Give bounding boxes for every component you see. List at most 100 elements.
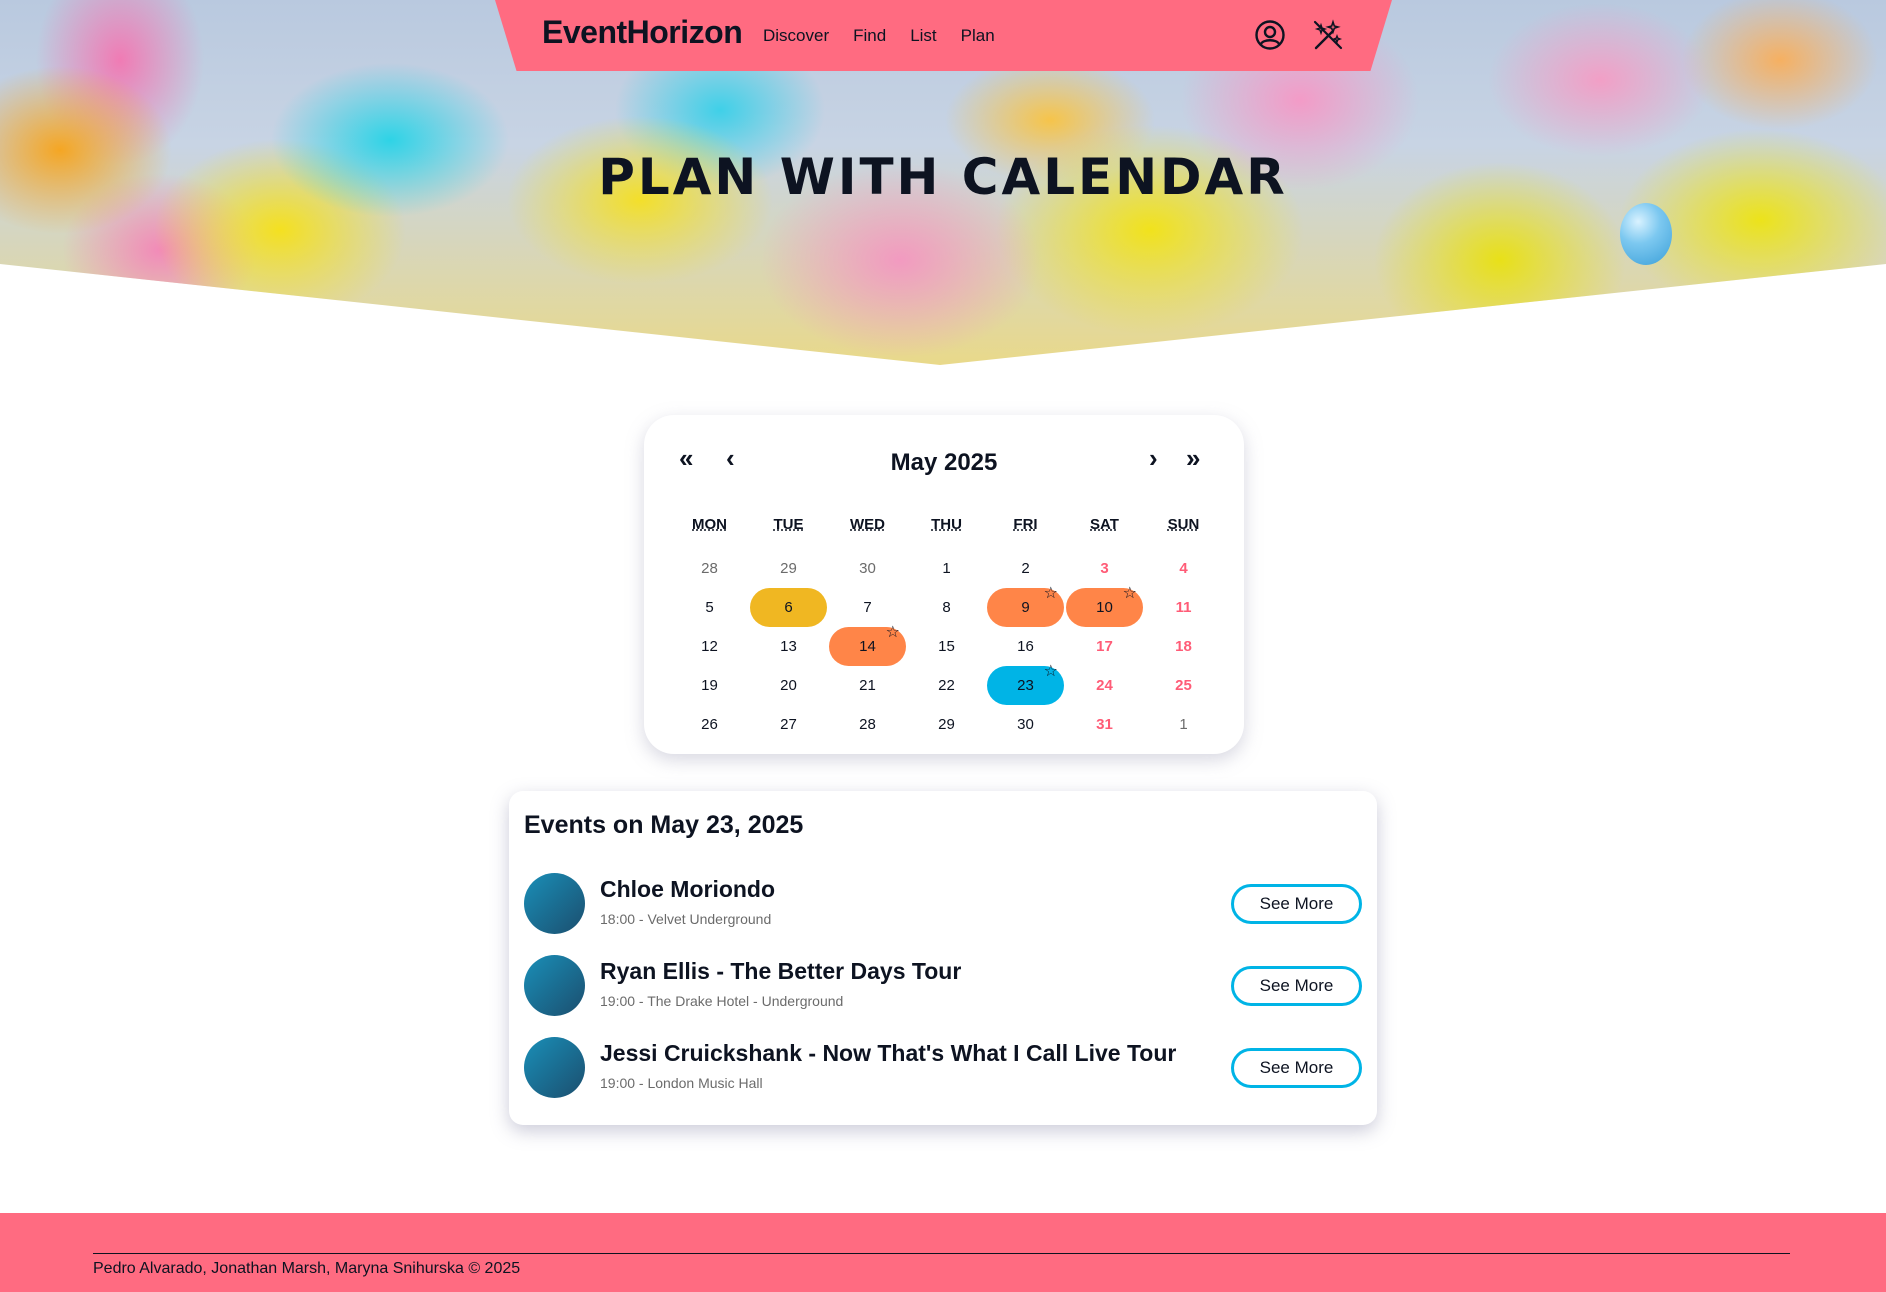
events-panel: Events on May 23, 2025 Chloe Moriondo 18… (509, 791, 1377, 1125)
star-icon: ☆ (885, 624, 900, 641)
weekday-thu: THU (931, 516, 962, 533)
calendar-day[interactable]: 3 (1065, 549, 1144, 588)
calendar-day-number: 21 (859, 677, 876, 694)
nav-link-plan[interactable]: Plan (961, 26, 995, 46)
event-name: Jessi Cruickshank - Now That's What I Ca… (600, 1040, 1177, 1066)
weekday-mon: MON (692, 516, 727, 533)
nav-link-find[interactable]: Find (853, 26, 886, 46)
calendar-day[interactable]: 5 (670, 588, 749, 627)
calendar-day-number: 26 (701, 716, 718, 733)
calendar-day[interactable]: 28 (828, 705, 907, 744)
calendar-day-number: 12 (701, 638, 718, 655)
weekday-sun: SUN (1167, 516, 1200, 533)
calendar-day-number: 25 (1175, 677, 1192, 694)
calendar-day[interactable]: 25 (1144, 666, 1223, 705)
calendar-day[interactable]: 30 (986, 705, 1065, 744)
calendar-day[interactable]: 7 (828, 588, 907, 627)
calendar-day[interactable]: 12 (670, 627, 749, 666)
nav-link-discover[interactable]: Discover (763, 26, 829, 46)
calendar-day-number: 14 (859, 638, 876, 655)
calendar-day-number: 3 (1100, 560, 1109, 577)
calendar-day[interactable]: 19 (670, 666, 749, 705)
next-year-button[interactable]: » (1186, 445, 1200, 471)
calendar-day-number: 22 (938, 677, 955, 694)
calendar-day-number: 18 (1175, 638, 1192, 655)
event-item: Chloe Moriondo 18:00 - Velvet Undergroun… (524, 873, 1362, 935)
calendar-day[interactable]: 18 (1144, 627, 1223, 666)
see-more-button[interactable]: See More (1231, 1048, 1362, 1088)
weekday-tue: TUE (773, 516, 804, 533)
calendar-day[interactable]: 29 (907, 705, 986, 744)
calendar-day[interactable]: 29 (749, 549, 828, 588)
event-item: Jessi Cruickshank - Now That's What I Ca… (524, 1037, 1362, 1099)
calendar-day-number: 1 (942, 560, 951, 577)
calendar-day[interactable]: 8 (907, 588, 986, 627)
event-time-venue: 19:00 - London Music Hall (600, 1075, 763, 1091)
calendar-day[interactable]: 22 (907, 666, 986, 705)
next-month-button[interactable]: › (1149, 445, 1158, 471)
calendar-day-number: 13 (780, 638, 797, 655)
weekday-fri: FRI (1013, 516, 1038, 533)
calendar-day[interactable]: 16 (986, 627, 1065, 666)
calendar-day-number: 16 (1017, 638, 1034, 655)
footer-divider (93, 1253, 1790, 1254)
nav-link-list[interactable]: List (910, 26, 936, 46)
calendar-day[interactable]: 14 ☆ (829, 624, 906, 666)
nav-links: Discover Find List Plan (763, 26, 995, 46)
calendar-day[interactable]: 24 (1065, 666, 1144, 705)
see-more-button[interactable]: See More (1231, 884, 1362, 924)
user-circle-icon[interactable] (1254, 19, 1286, 51)
calendar-day-number: 24 (1096, 677, 1113, 694)
brand-logo[interactable]: EventHorizon (542, 14, 743, 51)
calendar-day-number: 17 (1096, 638, 1113, 655)
calendar-day-number: 31 (1096, 716, 1113, 733)
calendar-day[interactable]: 15 (907, 627, 986, 666)
calendar-day-number: 20 (780, 677, 797, 694)
calendar-day-number: 7 (863, 599, 872, 616)
calendar-day[interactable]: 30 (828, 549, 907, 588)
calendar-day-number: 15 (938, 638, 955, 655)
event-name: Ryan Ellis - The Better Days Tour (600, 958, 962, 984)
see-more-button[interactable]: See More (1231, 966, 1362, 1006)
calendar-day-number: 29 (780, 560, 797, 577)
star-icon: ☆ (1122, 585, 1137, 602)
calendar-day-number: 6 (784, 599, 793, 616)
event-avatar (524, 873, 585, 934)
calendar-day-number: 4 (1179, 560, 1188, 577)
footer: Pedro Alvarado, Jonathan Marsh, Maryna S… (0, 1213, 1886, 1292)
calendar-widget: « ‹ May 2025 › » MON TUE WED THU FRI SAT… (644, 415, 1244, 754)
calendar-grid: MON TUE WED THU FRI SAT SUN 28 29 30 1 2 3 4 5 6… (670, 510, 1223, 744)
calendar-day[interactable]: 27 (749, 705, 828, 744)
calendar-day[interactable]: 11 (1144, 588, 1223, 627)
calendar-day[interactable]: 31 (1065, 705, 1144, 744)
star-icon: ☆ (1043, 663, 1058, 680)
footer-credits: Pedro Alvarado, Jonathan Marsh, Maryna S… (93, 1260, 521, 1277)
calendar-day[interactable]: 9 ☆ (987, 585, 1064, 627)
calendar-day-number: 23 (1017, 677, 1034, 694)
event-avatar (524, 955, 585, 1016)
calendar-day-number: 5 (705, 599, 714, 616)
magic-wand-icon[interactable] (1312, 19, 1344, 51)
star-icon: ☆ (1043, 585, 1058, 602)
calendar-day[interactable]: 23 ☆ (987, 663, 1064, 705)
calendar-day[interactable]: 20 (749, 666, 828, 705)
page-title: PLAN WITH CALENDAR (598, 148, 1288, 206)
calendar-day-number: 10 (1096, 599, 1113, 616)
calendar-day[interactable]: 6 (750, 588, 827, 627)
calendar-day[interactable]: 13 (749, 627, 828, 666)
calendar-day[interactable]: 4 (1144, 549, 1223, 588)
calendar-day[interactable]: 28 (670, 549, 749, 588)
calendar-day[interactable]: 17 (1065, 627, 1144, 666)
calendar-day-number: 11 (1175, 599, 1192, 616)
calendar-day-number: 8 (942, 599, 951, 616)
calendar-day-number: 2 (1021, 560, 1030, 577)
calendar-day[interactable]: 2 (986, 549, 1065, 588)
weekday-sat: SAT (1090, 516, 1119, 533)
calendar-day-number: 30 (1017, 716, 1034, 733)
calendar-day[interactable]: 21 (828, 666, 907, 705)
calendar-day[interactable]: 1 (907, 549, 986, 588)
calendar-day[interactable]: 10 ☆ (1066, 585, 1143, 627)
calendar-day-number: 9 (1021, 599, 1030, 616)
calendar-day[interactable]: 26 (670, 705, 749, 744)
calendar-day[interactable]: 1 (1144, 705, 1223, 744)
